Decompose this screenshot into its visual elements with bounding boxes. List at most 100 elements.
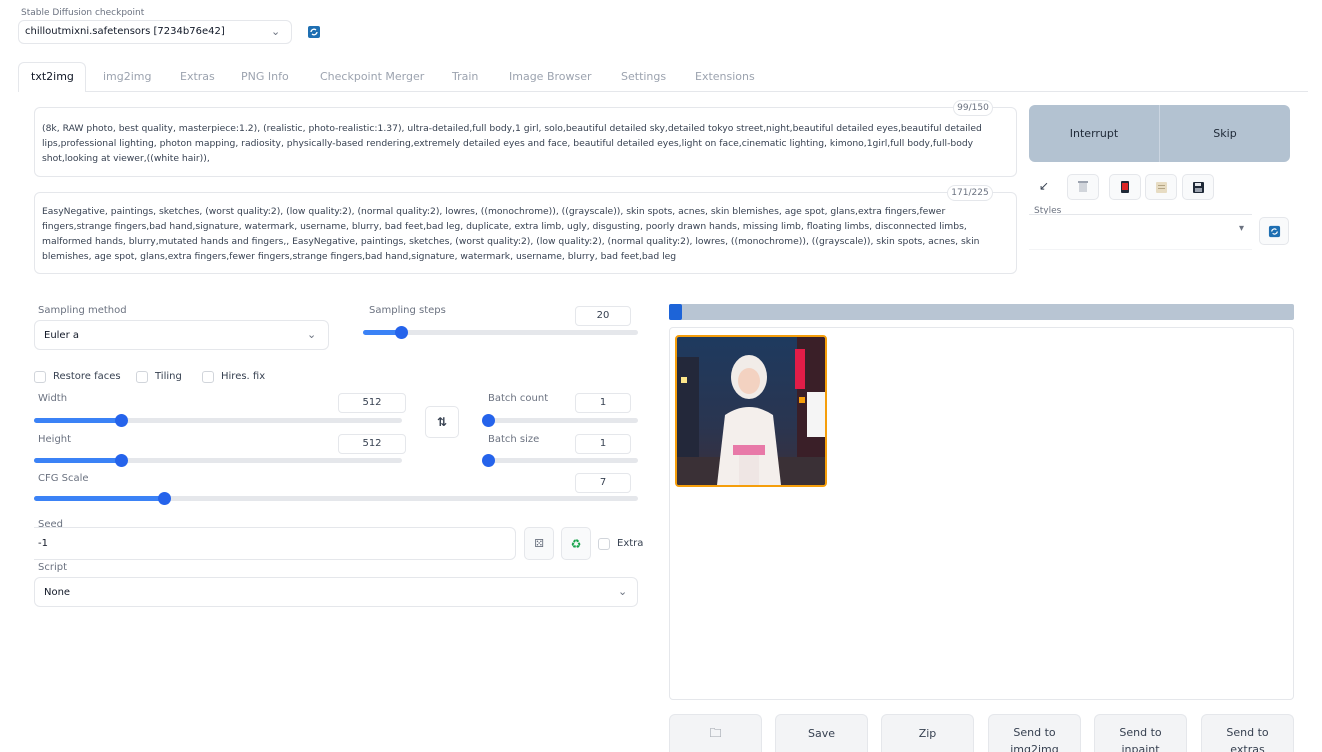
- checkpoint-value: chilloutmixni.safetensors [7234b76e42]: [25, 26, 225, 37]
- tab-extras[interactable]: Extras: [180, 70, 215, 83]
- recycle-icon: ♻: [570, 536, 582, 551]
- tab-divider: [86, 91, 1308, 92]
- hires-fix-checkbox[interactable]: [202, 371, 214, 383]
- clear-prompt-button[interactable]: [1067, 174, 1099, 200]
- width-label: Width: [38, 393, 68, 404]
- dice-icon: ⚄: [534, 537, 544, 550]
- floppy-disk-icon: [1192, 181, 1204, 193]
- sampling-method-value: Euler a: [44, 330, 80, 341]
- batch-count-input[interactable]: 1: [575, 393, 631, 413]
- red-card-icon: [1121, 181, 1129, 193]
- cfg-scale-input[interactable]: 7: [575, 473, 631, 493]
- prompt-textarea[interactable]: (8k, RAW photo, best quality, masterpiec…: [34, 107, 1017, 177]
- chevron-down-icon: ⌄: [271, 25, 281, 38]
- slider-handle[interactable]: [482, 414, 495, 427]
- extra-seed-label: Extra: [617, 538, 644, 549]
- cfg-scale-slider[interactable]: [34, 492, 638, 505]
- slider-handle[interactable]: [115, 454, 128, 467]
- tab-image-browser[interactable]: Image Browser: [509, 70, 592, 83]
- send-to-img2img-button[interactable]: Send to img2img: [988, 714, 1081, 752]
- generated-image-thumbnail[interactable]: [675, 335, 827, 487]
- width-slider[interactable]: [34, 414, 402, 427]
- batch-size-label: Batch size: [488, 434, 540, 445]
- tab-checkpoint-merger[interactable]: Checkpoint Merger: [320, 70, 424, 83]
- prompt-token-counter: 99/150: [953, 100, 993, 116]
- script-dropdown[interactable]: None ⌄: [34, 577, 638, 607]
- batch-size-input[interactable]: 1: [575, 434, 631, 454]
- tab-settings[interactable]: Settings: [621, 70, 666, 83]
- negative-prompt-text: EasyNegative, paintings, sketches, (wors…: [42, 206, 980, 262]
- swap-dimensions-button[interactable]: ⇅: [425, 406, 459, 438]
- checkpoint-dropdown[interactable]: chilloutmixni.safetensors [7234b76e42] ⌄: [18, 20, 292, 44]
- tiling-checkbox[interactable]: [136, 371, 148, 383]
- output-gallery: [669, 327, 1294, 700]
- sampling-steps-label: Sampling steps: [369, 305, 446, 316]
- extra-seed-checkbox[interactable]: [598, 538, 610, 550]
- tab-extensions[interactable]: Extensions: [695, 70, 755, 83]
- slider-fill: [34, 458, 121, 463]
- restore-faces-label: Restore faces: [53, 371, 121, 382]
- sampling-method-label: Sampling method: [38, 305, 127, 316]
- height-label: Height: [38, 434, 72, 445]
- batch-size-slider[interactable]: [482, 454, 638, 467]
- random-seed-button[interactable]: ⚄: [524, 527, 554, 560]
- height-input[interactable]: 512: [338, 434, 406, 454]
- slider-handle[interactable]: [115, 414, 128, 427]
- interrupt-button[interactable]: Interrupt: [1029, 105, 1159, 162]
- tab-img2img[interactable]: img2img: [103, 70, 152, 83]
- hires-fix-label: Hires. fix: [221, 371, 266, 382]
- refresh-styles-button[interactable]: [1259, 217, 1289, 245]
- reuse-seed-button[interactable]: ♻: [561, 527, 591, 560]
- send-to-extras-button[interactable]: Send to extras: [1201, 714, 1294, 752]
- sampling-steps-slider[interactable]: [363, 326, 638, 339]
- zip-button[interactable]: Zip: [881, 714, 974, 752]
- open-folder-button[interactable]: 🗀: [669, 714, 762, 752]
- chevron-down-icon: ⌄: [618, 585, 628, 598]
- slider-handle[interactable]: [482, 454, 495, 467]
- slider-handle[interactable]: [395, 326, 408, 339]
- batch-count-label: Batch count: [488, 393, 549, 404]
- checkpoint-label: Stable Diffusion checkpoint: [21, 8, 145, 18]
- chevron-down-icon: ⌄: [307, 328, 317, 341]
- show-extra-networks-button[interactable]: [1109, 174, 1141, 200]
- height-slider[interactable]: [34, 454, 402, 467]
- caret-down-icon: ▾: [1239, 223, 1245, 234]
- refresh-icon: [308, 26, 320, 38]
- folder-icon: 🗀: [709, 726, 722, 740]
- action-button-group: Interrupt Skip: [1029, 105, 1290, 162]
- seed-input[interactable]: -1: [34, 527, 516, 560]
- seed-value: -1: [38, 538, 48, 549]
- skip-button[interactable]: Skip: [1160, 105, 1290, 162]
- refresh-icon: [1268, 225, 1280, 237]
- slider-fill: [34, 496, 164, 501]
- tab-png-info[interactable]: PNG Info: [241, 70, 289, 83]
- generated-image: [677, 337, 825, 485]
- trash-icon: [1078, 181, 1088, 192]
- read-generation-params-button[interactable]: ↙: [1032, 174, 1056, 198]
- width-input[interactable]: 512: [338, 393, 406, 413]
- save-button[interactable]: Save: [775, 714, 868, 752]
- sampling-method-dropdown[interactable]: Euler a ⌄: [34, 320, 329, 350]
- slider-handle[interactable]: [158, 492, 171, 505]
- slider-fill: [34, 418, 121, 423]
- restore-faces-checkbox[interactable]: [34, 371, 46, 383]
- script-value: None: [44, 587, 71, 598]
- batch-count-slider[interactable]: [482, 414, 638, 427]
- negative-prompt-token-counter: 171/225: [947, 185, 993, 201]
- prompt-text: (8k, RAW photo, best quality, masterpiec…: [42, 123, 982, 164]
- tab-train[interactable]: Train: [452, 70, 478, 83]
- clipboard-icon: [1155, 181, 1167, 193]
- tab-txt2img[interactable]: txt2img: [31, 70, 74, 83]
- apply-style-button[interactable]: [1145, 174, 1177, 200]
- progress-bar: [669, 304, 1294, 320]
- cfg-scale-label: CFG Scale: [38, 473, 89, 484]
- negative-prompt-textarea[interactable]: EasyNegative, paintings, sketches, (wors…: [34, 192, 1017, 274]
- sampling-steps-input[interactable]: 20: [575, 306, 631, 326]
- refresh-checkpoint-button[interactable]: [304, 22, 324, 42]
- progress-fill: [669, 304, 682, 320]
- tiling-label: Tiling: [155, 371, 182, 382]
- swap-arrows-icon: ⇅: [436, 415, 448, 429]
- save-style-button[interactable]: [1182, 174, 1214, 200]
- styles-dropdown[interactable]: ▾: [1029, 214, 1252, 250]
- send-to-inpaint-button[interactable]: Send to inpaint: [1094, 714, 1187, 752]
